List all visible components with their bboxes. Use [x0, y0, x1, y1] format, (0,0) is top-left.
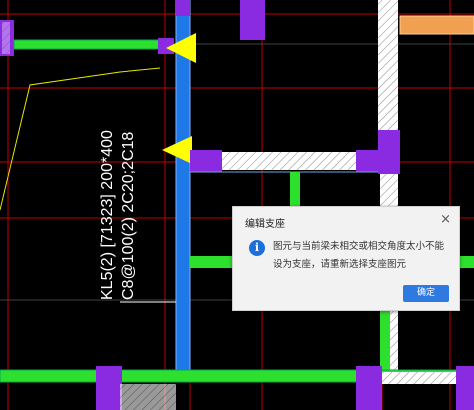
green-beam-left[interactable] — [13, 39, 161, 50]
wall-column[interactable] — [356, 150, 382, 172]
dialog-title: 编辑支座 — [245, 219, 285, 230]
wall-column[interactable] — [176, 0, 190, 16]
wall-hatched[interactable] — [378, 0, 398, 130]
green-beam-horizontal[interactable] — [458, 256, 474, 268]
wall-column[interactable] — [96, 366, 122, 410]
green-beam-horizontal[interactable] — [190, 256, 234, 268]
wall-column[interactable] — [240, 0, 265, 40]
info-icon: i — [249, 240, 265, 256]
wall-hatched[interactable] — [382, 372, 456, 384]
beam-label-line2[interactable]: C8@100(2) 2C20;2C18 — [119, 132, 139, 300]
wall-hatched[interactable] — [222, 152, 358, 170]
edit-support-dialog[interactable]: 编辑支座 × i 图元与当前梁未相交或相交角度太小不能设为支座，请重新选择支座图… — [232, 206, 460, 311]
wall-column[interactable] — [190, 150, 222, 172]
orange-beam[interactable] — [399, 15, 474, 35]
wall-column[interactable] — [456, 366, 474, 410]
grid-lines — [0, 0, 474, 410]
wall-hatched[interactable] — [2, 22, 10, 54]
wall-column[interactable] — [356, 366, 382, 410]
close-icon[interactable]: × — [440, 212, 451, 227]
beam-label-line1[interactable]: KL5(2) [71323] 200*400 — [98, 130, 118, 300]
ok-button[interactable]: 确定 — [403, 285, 449, 302]
dialog-message: 图元与当前梁未相交或相交角度太小不能设为支座，请重新选择支座图元 — [273, 241, 445, 270]
wall-hatched[interactable] — [120, 384, 176, 410]
cad-canvas[interactable] — [0, 0, 474, 410]
